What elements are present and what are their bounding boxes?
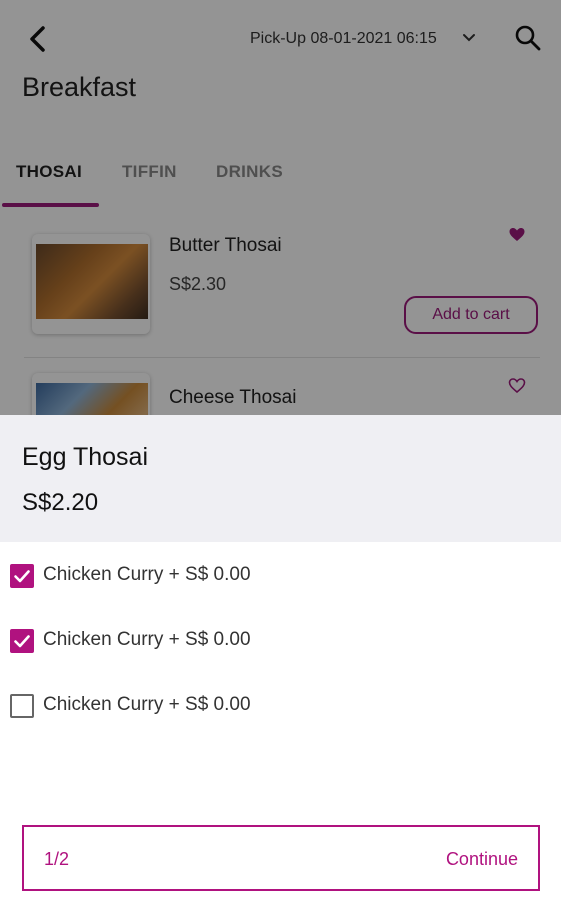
option-label: Chicken Curry + S$ 0.00 [43, 629, 251, 650]
continue-button[interactable]: 1/2 Continue [22, 825, 540, 891]
sheet-item-price: S$2.20 [22, 489, 99, 516]
checkbox-checked-icon[interactable] [10, 564, 34, 588]
option-row[interactable]: Chicken Curry + S$ 0.00 [10, 692, 510, 720]
continue-label: Continue [445, 849, 518, 869]
checkbox-unchecked-icon[interactable] [10, 694, 34, 718]
item-options-sheet: Egg Thosai S$2.20 Chicken Curry + S$ 0.0… [0, 415, 561, 900]
step-indicator: 1/2 [44, 849, 70, 869]
option-label: Chicken Curry + S$ 0.00 [43, 564, 251, 585]
option-label: Chicken Curry + S$ 0.00 [43, 694, 251, 715]
modal-backdrop[interactable] [0, 0, 561, 415]
checkbox-checked-icon[interactable] [10, 629, 34, 653]
option-row[interactable]: Chicken Curry + S$ 0.00 [10, 562, 510, 590]
option-row[interactable]: Chicken Curry + S$ 0.00 [10, 627, 510, 655]
sheet-header: Egg Thosai S$2.20 [0, 415, 561, 542]
sheet-item-name: Egg Thosai [22, 443, 149, 471]
